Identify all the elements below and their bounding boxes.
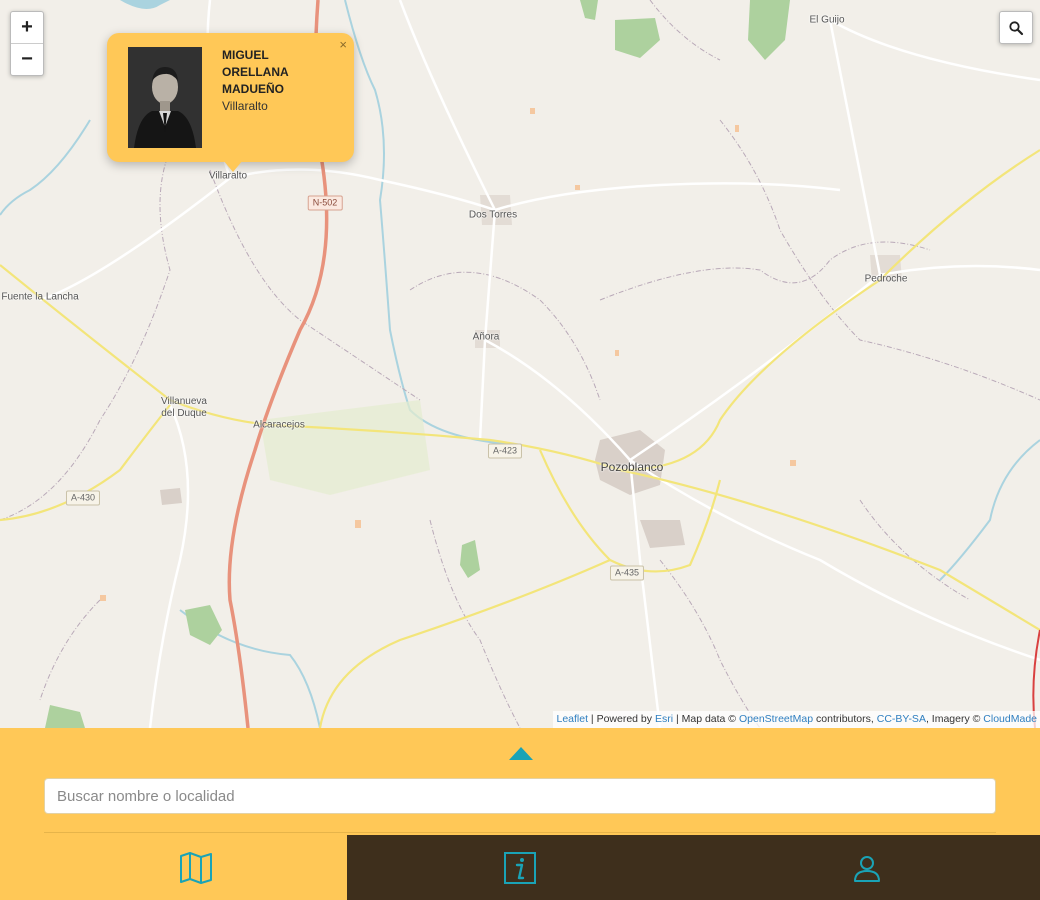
zoom-in-button[interactable]: +: [11, 12, 43, 43]
expand-panel-button[interactable]: [509, 747, 533, 760]
map-search-button[interactable]: [999, 11, 1033, 44]
road-shield: A-423: [487, 443, 523, 459]
place-label: Dos Torres: [468, 209, 518, 221]
road-shield: N-502: [307, 195, 343, 211]
osm-link[interactable]: OpenStreetMap: [739, 713, 813, 725]
zoom-out-button[interactable]: −: [11, 43, 43, 75]
place-label: Pozoblanco: [600, 460, 664, 474]
popup-location: Villaralto: [222, 99, 268, 113]
portrait-photo[interactable]: [128, 47, 202, 148]
user-icon: [853, 855, 880, 882]
attribution-text: , Imagery ©: [925, 713, 984, 725]
cloudmade-link[interactable]: CloudMade: [983, 713, 1037, 725]
marker-popup: MIGUEL ORELLANA MADUEÑO Villaralto ×: [107, 33, 354, 172]
attribution-text: contributors,: [813, 713, 877, 725]
road-shield: A-430: [65, 490, 101, 506]
road-shield: A-435: [609, 565, 645, 581]
map-view[interactable]: El Guijo Villaralto Dos Torres Pedroche …: [0, 0, 1040, 728]
place-label: Villanueva del Duque: [161, 396, 207, 419]
magnifier-icon: [1009, 20, 1024, 35]
tab-map[interactable]: [44, 835, 347, 900]
popup-close-button[interactable]: ×: [339, 37, 347, 52]
place-label: Alcaracejos: [253, 419, 305, 431]
tab-bar: [44, 835, 1040, 900]
place-label: Añora: [472, 331, 500, 343]
popup-tip: [223, 160, 243, 172]
map-attribution: Leaflet | Powered by Esri | Map data © O…: [553, 711, 1040, 728]
leaflet-link[interactable]: Leaflet: [556, 713, 588, 725]
tab-info[interactable]: [347, 835, 693, 900]
place-label: Villaralto: [208, 170, 248, 182]
attribution-text: | Powered by: [588, 713, 655, 725]
esri-link[interactable]: Esri: [655, 713, 673, 725]
attribution-text: | Map data ©: [673, 713, 739, 725]
zoom-control: + −: [10, 11, 44, 76]
place-label: Fuente la Lancha: [1, 291, 79, 303]
tab-user[interactable]: [693, 835, 1040, 900]
place-label: El Guijo: [809, 14, 845, 26]
license-link[interactable]: CC-BY-SA: [877, 713, 926, 725]
divider: [44, 832, 996, 833]
map-icon: [179, 851, 212, 884]
popup-name[interactable]: MIGUEL ORELLANA MADUEÑO: [222, 47, 322, 98]
place-label: Pedroche: [864, 273, 908, 285]
search-input[interactable]: [44, 778, 996, 814]
info-icon: [504, 851, 536, 884]
